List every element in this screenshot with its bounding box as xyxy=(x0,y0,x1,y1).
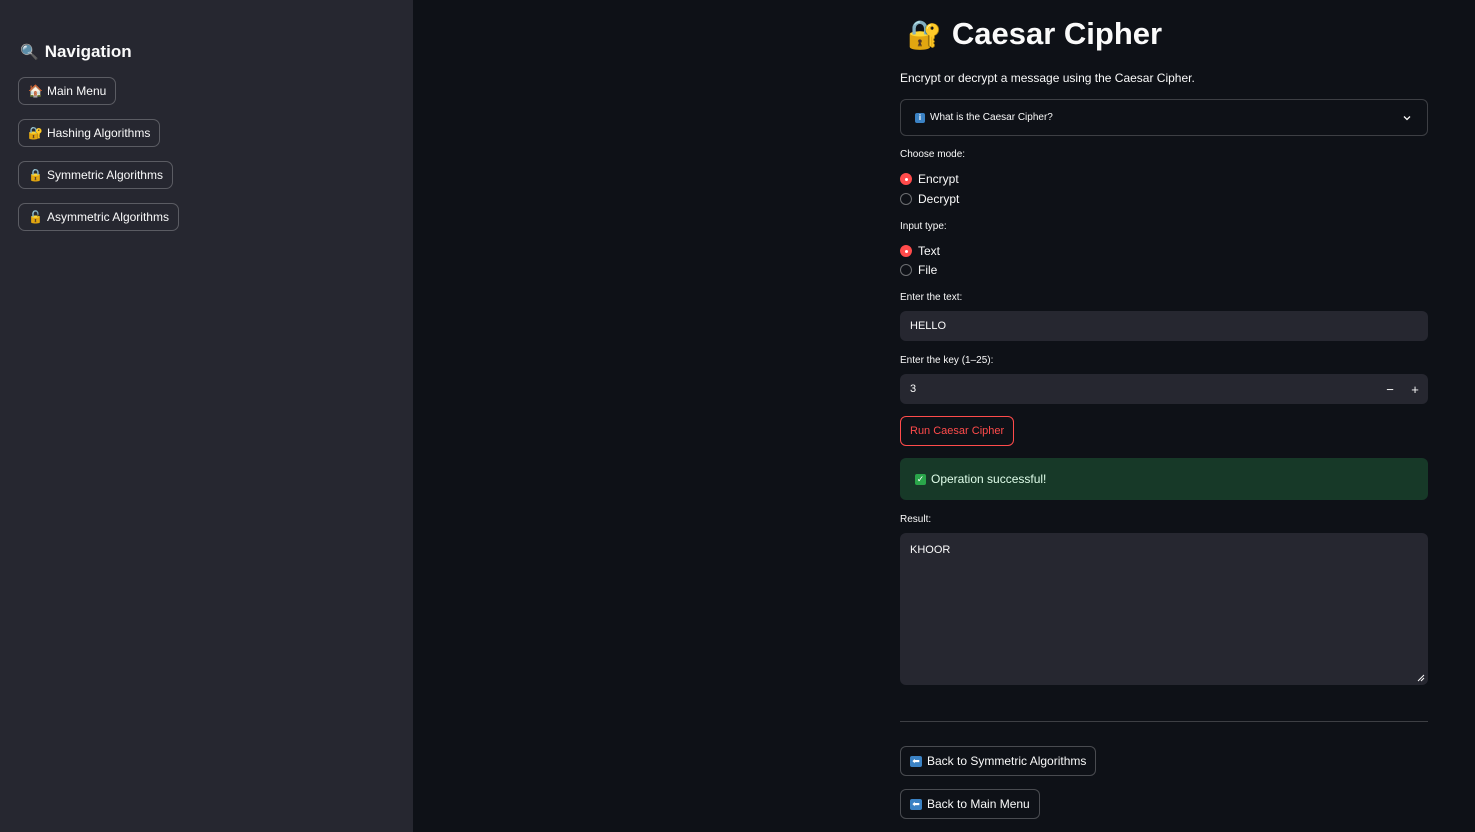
sidebar-item-main-menu[interactable]: 🏠 Main Menu xyxy=(18,77,117,105)
magnifier-icon: 🔍 xyxy=(20,43,39,61)
radio-decrypt[interactable]: Decrypt xyxy=(900,192,959,206)
resize-handle-icon[interactable] xyxy=(1417,674,1425,682)
expander-label: What is the Caesar Cipher? xyxy=(930,112,1053,123)
radio-label: File xyxy=(918,263,938,277)
lock-icon: 🔒 xyxy=(28,168,43,182)
sidebar-item-symmetric[interactable]: 🔒 Symmetric Algorithms xyxy=(18,161,173,189)
key-input-value: 3 xyxy=(910,383,917,395)
radio-indicator[interactable] xyxy=(900,245,912,257)
sidebar-item-label: Symmetric Algorithms xyxy=(46,168,163,182)
key-stepper[interactable]: 3 − + xyxy=(900,374,1428,404)
page-title-text: Caesar Cipher xyxy=(951,16,1163,51)
key-input-label: Enter the key (1–25): xyxy=(900,355,994,366)
result-textarea[interactable]: KHOOR xyxy=(900,533,1428,685)
increment-button[interactable]: + xyxy=(1403,374,1427,404)
left-arrow-icon: ⬅ xyxy=(910,755,922,767)
radio-indicator[interactable] xyxy=(900,173,912,185)
radio-indicator[interactable] xyxy=(900,264,912,276)
unlock-icon: 🔓 xyxy=(28,210,43,224)
success-message: Operation successful! xyxy=(931,472,1047,486)
info-icon: i xyxy=(915,112,925,123)
radio-indicator[interactable] xyxy=(900,193,912,205)
sidebar-item-label: Main Menu xyxy=(46,84,107,98)
sidebar-item-label: Hashing Algorithms xyxy=(46,126,151,140)
page-caption: Encrypt or decrypt a message using the C… xyxy=(900,71,1195,85)
lock-with-key-icon: 🔐 xyxy=(907,17,942,51)
input-type-label: Input type: xyxy=(900,221,947,232)
back-main-label: Back to Main Menu xyxy=(927,797,1030,811)
text-input-value: HELLO xyxy=(910,320,947,332)
divider xyxy=(900,721,1428,722)
radio-text[interactable]: Text xyxy=(900,244,940,258)
back-to-main-button[interactable]: ⬅ Back to Main Menu xyxy=(900,789,1040,819)
run-caesar-button[interactable]: Run Caesar Cipher xyxy=(900,416,1015,446)
back-symmetric-label: Back to Symmetric Algorithms xyxy=(927,754,1087,768)
text-input[interactable]: HELLO xyxy=(900,311,1428,341)
sidebar-title: 🔍 Navigation xyxy=(20,42,132,62)
sidebar-item-asymmetric[interactable]: 🔓 Asymmetric Algorithms xyxy=(18,203,179,231)
result-label: Result: xyxy=(900,514,932,525)
success-alert: ✓ Operation successful! xyxy=(900,458,1428,500)
mode-label: Choose mode: xyxy=(900,149,966,160)
radio-file[interactable]: File xyxy=(900,263,937,277)
radio-label: Text xyxy=(918,244,941,258)
check-icon: ✓ xyxy=(915,473,926,485)
radio-encrypt[interactable]: Encrypt xyxy=(900,172,959,186)
radio-label: Encrypt xyxy=(918,172,959,186)
result-value: KHOOR xyxy=(910,544,951,556)
chevron-down-icon xyxy=(1403,115,1411,120)
page-title: 🔐 Caesar Cipher xyxy=(907,16,1162,52)
gift-lock-icon: 🔐 xyxy=(28,126,43,140)
info-expander[interactable]: i What is the Caesar Cipher? xyxy=(900,99,1428,136)
text-input-label: Enter the text: xyxy=(900,292,963,303)
sidebar-item-label: Asymmetric Algorithms xyxy=(46,210,169,224)
decrement-button[interactable]: − xyxy=(1378,374,1402,404)
sidebar-item-hashing[interactable]: 🔐 Hashing Algorithms xyxy=(18,119,161,147)
left-arrow-icon: ⬅ xyxy=(910,798,922,810)
sidebar: 🔍 Navigation 🏠 Main Menu 🔐 Hashing Algor… xyxy=(0,0,413,832)
sidebar-title-label: Navigation xyxy=(44,42,132,61)
back-to-symmetric-button[interactable]: ⬅ Back to Symmetric Algorithms xyxy=(900,746,1097,776)
radio-label: Decrypt xyxy=(918,192,960,206)
house-icon: 🏠 xyxy=(28,84,43,98)
